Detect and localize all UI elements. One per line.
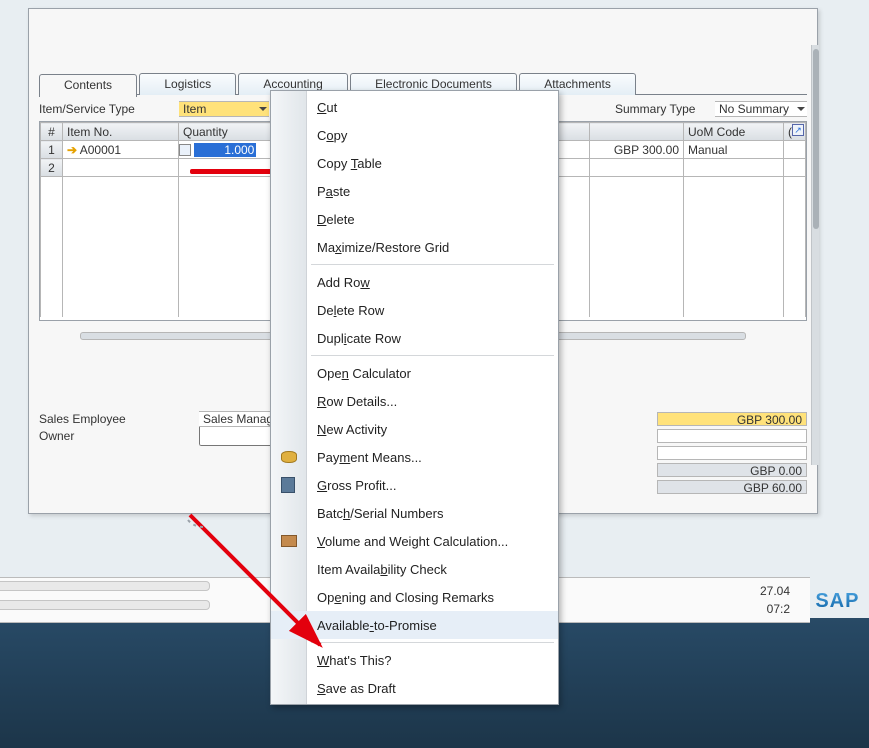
item-service-type-value: Item — [183, 102, 206, 116]
bg-date: 27.04 — [760, 584, 790, 598]
menu-opening-closing-remarks[interactable]: Opening and Closing Remarks — [271, 583, 558, 611]
menu-open-calculator[interactable]: Open Calculator — [271, 359, 558, 387]
tab-contents[interactable]: Contents — [39, 74, 137, 97]
cell-uom[interactable]: Manual — [684, 141, 784, 159]
bg-scroll-pill-1 — [0, 581, 210, 591]
calculator-icon — [281, 477, 297, 493]
menu-delete-row[interactable]: Delete Row — [271, 296, 558, 324]
item-service-type-label: Item/Service Type — [39, 102, 179, 116]
discount-amount-field[interactable] — [657, 429, 807, 443]
sap-logo: SAP — [815, 590, 866, 613]
panel-scrollbar[interactable] — [811, 45, 819, 465]
menu-batch-serial[interactable]: Batch/Serial Numbers — [271, 499, 558, 527]
cell-last[interactable] — [784, 141, 806, 159]
tab-logistics[interactable]: Logistics — [139, 73, 236, 95]
item-service-type-dropdown[interactable]: Item — [179, 101, 269, 117]
col-num[interactable]: # — [41, 123, 63, 141]
menu-paste[interactable]: Paste — [271, 177, 558, 205]
tax-value: GBP 0.00 — [657, 463, 807, 477]
cell-last[interactable] — [784, 159, 806, 177]
itemno-value: A00001 — [80, 143, 121, 157]
menu-add-row[interactable]: Add Row — [271, 268, 558, 296]
total-before-discount-value[interactable]: GBP 300.00 — [657, 412, 807, 426]
bg-scroll-pill-2 — [0, 600, 210, 610]
menu-payment-means[interactable]: Payment Means... — [271, 443, 558, 471]
menu-volume-weight[interactable]: Volume and Weight Calculation... — [271, 527, 558, 555]
menu-save-as-draft[interactable]: Save as Draft — [271, 674, 558, 702]
cell-total[interactable]: GBP 300.00 — [590, 141, 684, 159]
menu-copy[interactable]: Copy — [271, 121, 558, 149]
cell-uom[interactable] — [684, 159, 784, 177]
cell-itemno[interactable]: ➔ A00001 — [63, 141, 179, 159]
menu-gross-profit[interactable]: Gross Profit... — [271, 471, 558, 499]
package-icon — [281, 533, 297, 549]
total-value: GBP 60.00 — [657, 480, 807, 494]
menu-row-details[interactable]: Row Details... — [271, 387, 558, 415]
chevron-down-icon — [797, 107, 805, 111]
drilldown-arrow-icon[interactable]: ➔ — [67, 143, 77, 157]
coins-icon — [281, 449, 297, 465]
scrollbar-thumb[interactable] — [813, 49, 819, 229]
menu-duplicate-row[interactable]: Duplicate Row — [271, 324, 558, 352]
chevron-down-icon — [259, 107, 267, 111]
menu-item-availability[interactable]: Item Availability Check — [271, 555, 558, 583]
cell-qty[interactable]: 1.000 — [179, 141, 283, 159]
cell-total[interactable] — [590, 159, 684, 177]
cell-itemno[interactable] — [63, 159, 179, 177]
row-number[interactable]: 1 — [41, 141, 63, 159]
menu-whats-this[interactable]: What's This? — [271, 646, 558, 674]
freight-field[interactable] — [657, 446, 807, 460]
grid-context-menu[interactable]: Cut Copy Copy Table Paste Delete Maximiz… — [270, 90, 559, 705]
sales-employee-label: Sales Employee — [39, 412, 199, 426]
summary-type-value: No Summary — [719, 102, 789, 116]
menu-cut[interactable]: Cut — [271, 93, 558, 121]
qty-value[interactable]: 1.000 — [194, 143, 256, 157]
calculator-icon[interactable] — [179, 144, 191, 156]
summary-type-dropdown[interactable]: No Summary — [715, 101, 807, 117]
col-total[interactable] — [590, 123, 684, 141]
menu-new-activity[interactable]: New Activity — [271, 415, 558, 443]
col-uom[interactable]: UoM Code — [684, 123, 784, 141]
col-itemno[interactable]: Item No. — [63, 123, 179, 141]
summary-type-label: Summary Type — [615, 102, 715, 116]
row-number[interactable]: 2 — [41, 159, 63, 177]
menu-copy-table[interactable]: Copy Table — [271, 149, 558, 177]
bg-time: 07:2 — [767, 602, 790, 616]
menu-available-to-promise[interactable]: Available-to-Promise — [271, 611, 558, 639]
owner-label: Owner — [39, 429, 199, 443]
grid-expand-icon[interactable]: ↗ — [792, 124, 804, 136]
col-qty[interactable]: Quantity — [179, 123, 283, 141]
menu-maximize-restore-grid[interactable]: Maximize/Restore Grid — [271, 233, 558, 261]
menu-delete[interactable]: Delete — [271, 205, 558, 233]
